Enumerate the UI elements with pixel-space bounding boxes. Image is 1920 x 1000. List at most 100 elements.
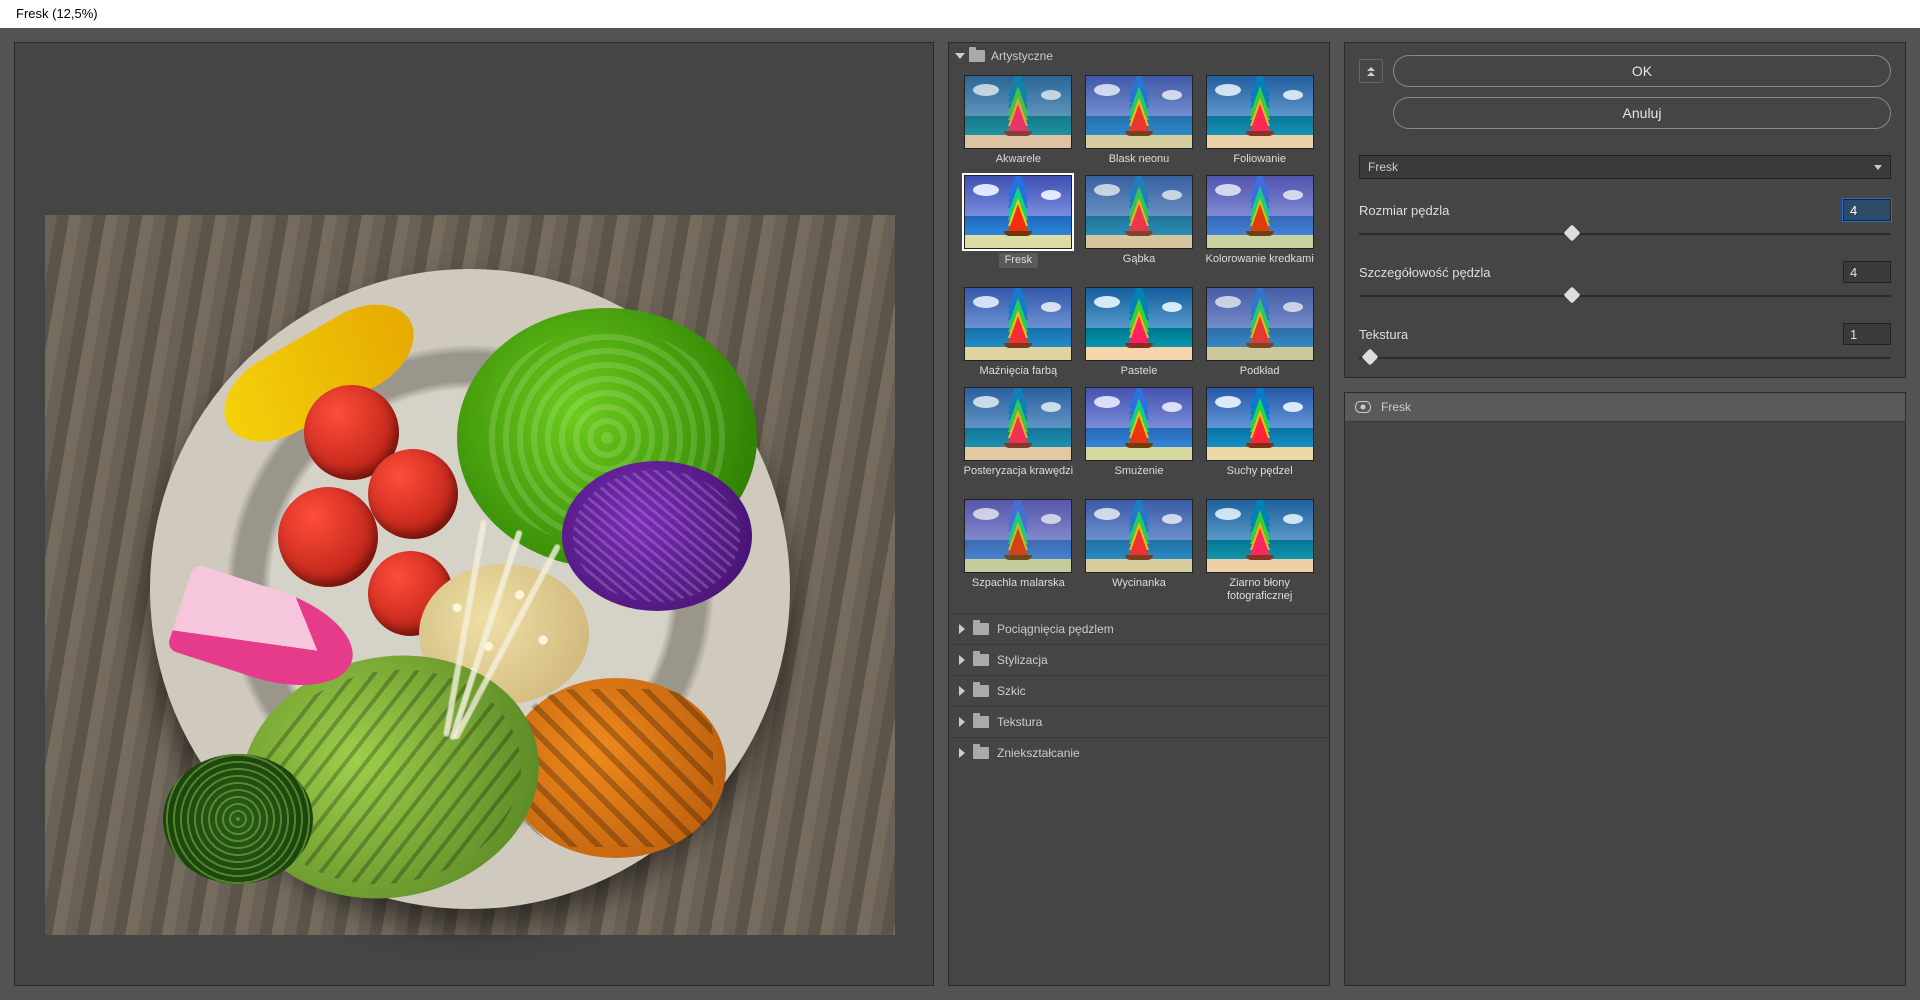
filter-thumb-posteryzacja-krawędzi[interactable]: Posteryzacja krawędzi bbox=[963, 387, 1074, 491]
filter-thumb-image bbox=[964, 75, 1072, 149]
filter-thumb-label: Podkład bbox=[1240, 365, 1280, 379]
filter-thumb-image bbox=[1206, 499, 1314, 573]
filter-select-value: Fresk bbox=[1368, 160, 1398, 174]
param-input[interactable] bbox=[1843, 261, 1891, 283]
filter-select-row: Fresk bbox=[1359, 155, 1891, 179]
category-header-stylizacja[interactable]: Stylizacja bbox=[949, 644, 1329, 675]
filter-thumb-image bbox=[1206, 75, 1314, 149]
filter-gallery-window: Fresk (12,5%) bbox=[0, 0, 1920, 1000]
disclosure-triangle-icon bbox=[959, 624, 965, 634]
filter-thumb-smużenie[interactable]: Smużenie bbox=[1084, 387, 1195, 491]
filter-thumb-wycinanka[interactable]: Wycinanka bbox=[1084, 499, 1195, 603]
param-label: Szczegółowość pędzla bbox=[1359, 265, 1491, 280]
param-row: Szczegółowość pędzla bbox=[1359, 261, 1891, 283]
filter-thumb-image bbox=[1085, 287, 1193, 361]
folder-icon bbox=[973, 685, 989, 697]
disclosure-triangle-icon bbox=[959, 748, 965, 758]
button-row: Anuluj bbox=[1359, 97, 1891, 129]
filter-thumb-gąbka[interactable]: Gąbka bbox=[1084, 175, 1195, 279]
filter-thumb-image bbox=[1206, 287, 1314, 361]
filter-thumb-kolorowanie-kredkami[interactable]: Kolorowanie kredkami bbox=[1204, 175, 1315, 279]
right-column: OK Anuluj Fresk Rozmiar pędzla Szczegółow… bbox=[1344, 42, 1906, 986]
filter-thumb-maźnięcia-farbą[interactable]: Maźnięcia farbą bbox=[963, 287, 1074, 379]
param-row: Tekstura bbox=[1359, 323, 1891, 345]
folder-icon bbox=[973, 654, 989, 666]
effect-layer-name: Fresk bbox=[1381, 400, 1411, 414]
filter-thumb-suchy-pędzel[interactable]: Suchy pędzel bbox=[1204, 387, 1315, 491]
slider-track bbox=[1359, 295, 1891, 297]
filter-thumb-akwarele[interactable]: Akwarele bbox=[963, 75, 1074, 167]
filter-thumb-image bbox=[964, 387, 1072, 461]
param-rozmiar-pędzla: Rozmiar pędzla bbox=[1359, 199, 1891, 241]
param-slider[interactable] bbox=[1359, 351, 1891, 365]
filter-thumb-image bbox=[1085, 387, 1193, 461]
cancel-button[interactable]: Anuluj bbox=[1393, 97, 1891, 129]
filter-thumb-pastele[interactable]: Pastele bbox=[1084, 287, 1195, 379]
button-row: OK bbox=[1359, 55, 1891, 87]
disclosure-triangle-icon bbox=[959, 686, 965, 696]
food-sprouts bbox=[163, 754, 313, 884]
filter-thumb-podkład[interactable]: Podkład bbox=[1204, 287, 1315, 379]
effect-layer-row[interactable]: Fresk bbox=[1345, 393, 1905, 422]
dialog-body: Artystyczne Akwarele Blask neonu Foliowani… bbox=[0, 28, 1920, 1000]
filter-thumb-label: Maźnięcia farbą bbox=[980, 365, 1058, 379]
param-label: Rozmiar pędzla bbox=[1359, 203, 1449, 218]
filter-thumb-blask-neonu[interactable]: Blask neonu bbox=[1084, 75, 1195, 167]
filter-thumb-label: Blask neonu bbox=[1109, 153, 1170, 167]
folder-icon bbox=[973, 716, 989, 728]
filter-thumb-label: Fresk bbox=[999, 253, 1039, 268]
filter-thumb-label: Gąbka bbox=[1123, 253, 1155, 267]
filter-thumb-label: Foliowanie bbox=[1233, 153, 1286, 167]
filter-thumb-image bbox=[1206, 387, 1314, 461]
category-label: Stylizacja bbox=[997, 653, 1048, 667]
filter-thumb-szpachla-malarska[interactable]: Szpachla malarska bbox=[963, 499, 1074, 603]
folder-icon bbox=[973, 623, 989, 635]
category-label: Szkic bbox=[997, 684, 1026, 698]
disclosure-triangle-icon bbox=[955, 53, 965, 59]
effect-layers-panel: Fresk bbox=[1344, 392, 1906, 986]
category-header-artystyczne[interactable]: Artystyczne bbox=[949, 43, 1329, 69]
visibility-eye-icon[interactable] bbox=[1355, 399, 1371, 415]
category-header-szkic[interactable]: Szkic bbox=[949, 675, 1329, 706]
filter-thumb-image bbox=[1085, 75, 1193, 149]
ok-button[interactable]: OK bbox=[1393, 55, 1891, 87]
folder-icon bbox=[973, 747, 989, 759]
param-input[interactable] bbox=[1843, 199, 1891, 221]
filter-thumb-fresk[interactable]: Fresk bbox=[963, 175, 1074, 279]
param-slider[interactable] bbox=[1359, 289, 1891, 303]
filter-select[interactable]: Fresk bbox=[1359, 155, 1891, 179]
filter-thumb-foliowanie[interactable]: Foliowanie bbox=[1204, 75, 1315, 167]
slider-track bbox=[1359, 233, 1891, 235]
filter-thumb-label: Szpachla malarska bbox=[972, 577, 1065, 603]
slider-thumb[interactable] bbox=[1563, 287, 1580, 304]
category-label: Tekstura bbox=[997, 715, 1042, 729]
filter-thumb-label: Akwarele bbox=[996, 153, 1041, 167]
filter-thumb-ziarno-błony-fotograficznej[interactable]: Ziarno błony fotograficznej bbox=[1204, 499, 1315, 603]
category-header-zniekształcanie[interactable]: Zniekształcanie bbox=[949, 737, 1329, 768]
disclosure-triangle-icon bbox=[959, 717, 965, 727]
category-header-tekstura[interactable]: Tekstura bbox=[949, 706, 1329, 737]
thumbnail-grid: Akwarele Blask neonu Foliowanie Fresk Gąbka K… bbox=[949, 69, 1329, 613]
filter-thumb-image bbox=[964, 287, 1072, 361]
filter-thumb-label: Smużenie bbox=[1115, 465, 1164, 479]
preview-panel bbox=[14, 42, 934, 986]
disclosure-triangle-icon bbox=[959, 655, 965, 665]
filter-thumb-image bbox=[964, 175, 1072, 249]
param-input[interactable] bbox=[1843, 323, 1891, 345]
preview-plate bbox=[150, 269, 790, 909]
slider-thumb[interactable] bbox=[1361, 349, 1378, 366]
food-tomato bbox=[368, 449, 458, 539]
filter-thumb-image bbox=[1206, 175, 1314, 249]
preview-image[interactable] bbox=[45, 215, 895, 935]
collapse-panel-button[interactable] bbox=[1359, 59, 1383, 83]
filter-thumb-label: Wycinanka bbox=[1112, 577, 1166, 591]
filter-thumb-label: Posteryzacja krawędzi bbox=[964, 465, 1073, 491]
slider-track bbox=[1359, 357, 1891, 359]
param-tekstura: Tekstura bbox=[1359, 323, 1891, 365]
chevron-down-icon bbox=[1874, 165, 1882, 170]
slider-thumb[interactable] bbox=[1563, 225, 1580, 242]
filter-thumb-image bbox=[1085, 499, 1193, 573]
food-tomato bbox=[278, 487, 378, 587]
category-header-pociągnięcia-pędzlem[interactable]: Pociągnięcia pędzlem bbox=[949, 613, 1329, 644]
param-slider[interactable] bbox=[1359, 227, 1891, 241]
